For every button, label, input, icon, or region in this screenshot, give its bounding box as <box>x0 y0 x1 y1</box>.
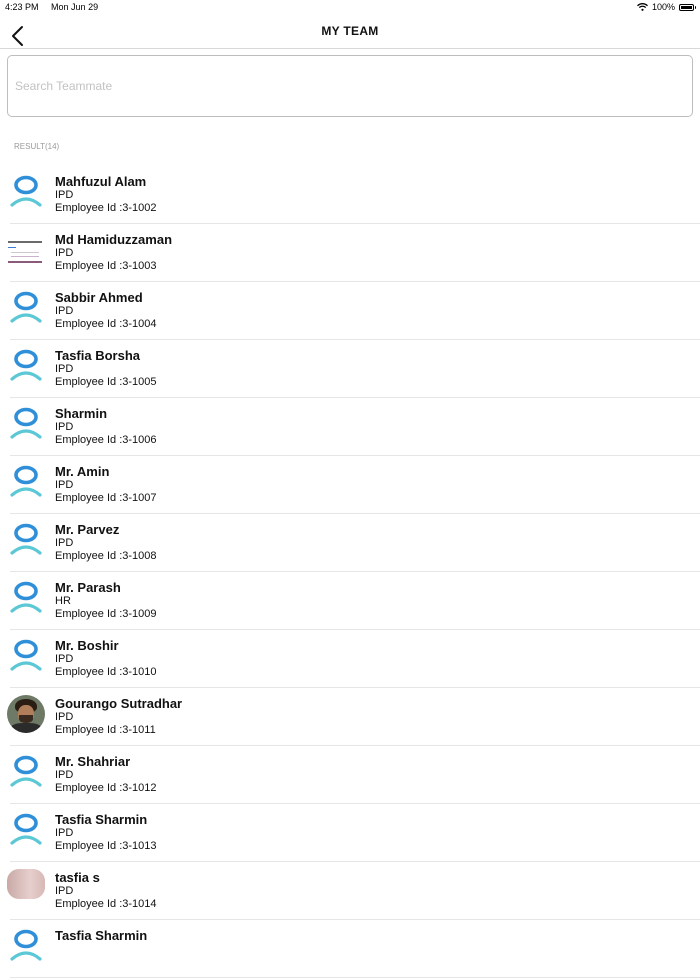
team-member-row[interactable]: Mr. Boshir IPD Employee Id :3-1010 <box>0 630 700 688</box>
member-name: Mahfuzul Alam <box>55 174 147 189</box>
member-photo <box>7 695 45 733</box>
member-employee-id: Employee Id :3-1005 <box>55 376 157 388</box>
default-avatar-icon <box>8 173 46 211</box>
member-employee-id: Employee Id :3-1004 <box>55 318 157 330</box>
team-member-list: Mahfuzul Alam IPD Employee Id :3-1002 Md Ha… <box>0 166 700 978</box>
member-employee-id: Employee Id :3-1014 <box>55 898 157 910</box>
member-department: IPD <box>55 305 74 317</box>
member-employee-id: Employee Id :3-1007 <box>55 492 157 504</box>
member-name: Mr. Boshir <box>55 638 119 653</box>
team-member-row[interactable]: tasfia s IPD Employee Id :3-1014 <box>0 862 700 920</box>
member-department: IPD <box>55 769 74 781</box>
member-employee-id: Employee Id :3-1003 <box>55 260 157 272</box>
team-member-row[interactable]: Sabbir Ahmed IPD Employee Id :3-1004 <box>0 282 700 340</box>
default-avatar-icon <box>8 463 46 501</box>
team-member-row[interactable]: Tasfia Sharmin <box>0 920 700 978</box>
team-member-row[interactable]: Mr. Amin IPD Employee Id :3-1007 <box>0 456 700 514</box>
default-avatar-icon <box>8 347 46 385</box>
team-member-row[interactable]: Tasfia Borsha IPD Employee Id :3-1005 <box>0 340 700 398</box>
team-member-row[interactable]: Mahfuzul Alam IPD Employee Id :3-1002 <box>0 166 700 224</box>
status-time: 4:23 PM <box>5 2 39 12</box>
member-name: Mr. Parvez <box>55 522 120 537</box>
default-avatar-icon <box>8 405 46 443</box>
member-department: IPD <box>55 885 74 897</box>
status-date: Mon Jun 29 <box>51 2 99 12</box>
member-department: IPD <box>55 479 74 491</box>
member-department: IPD <box>55 189 74 201</box>
member-name: Mr. Parash <box>55 580 121 595</box>
member-department: IPD <box>55 653 74 665</box>
member-department: IPD <box>55 421 74 433</box>
team-member-row[interactable]: Tasfia Sharmin IPD Employee Id :3-1013 <box>0 804 700 862</box>
member-employee-id: Employee Id :3-1010 <box>55 666 157 678</box>
battery-percent: 100% <box>651 2 675 12</box>
member-name: Mr. Shahriar <box>55 754 131 769</box>
default-avatar-icon <box>8 811 46 849</box>
member-department: HR <box>55 595 71 607</box>
member-employee-id: Employee Id :3-1008 <box>55 550 157 562</box>
member-department: IPD <box>55 537 74 549</box>
status-bar: 4:23 PM Mon Jun 29 100% <box>0 0 700 14</box>
member-department: IPD <box>55 247 74 259</box>
member-name: Md Hamiduzzaman <box>55 232 173 247</box>
search-input[interactable] <box>7 55 693 117</box>
member-employee-id: Employee Id :3-1013 <box>55 840 157 852</box>
team-member-row[interactable]: Gourango Sutradhar IPD Employee Id :3-1011 <box>0 688 700 746</box>
default-avatar-icon <box>8 753 46 791</box>
nav-bar: MY TEAM <box>0 14 700 49</box>
default-avatar-icon <box>8 579 46 617</box>
default-avatar-icon <box>8 289 46 327</box>
member-name: Mr. Amin <box>55 464 110 479</box>
member-department: IPD <box>55 827 74 839</box>
team-member-row[interactable]: Mr. Shahriar IPD Employee Id :3-1012 <box>0 746 700 804</box>
battery-icon <box>679 3 696 11</box>
result-count: RESULT(14) <box>14 142 60 151</box>
member-employee-id: Employee Id :3-1009 <box>55 608 157 620</box>
team-member-row[interactable]: Sharmin IPD Employee Id :3-1006 <box>0 398 700 456</box>
team-member-row[interactable]: Mr. Parash HR Employee Id :3-1009 <box>0 572 700 630</box>
member-name: Tasfia Sharmin <box>55 812 148 827</box>
wifi-icon <box>637 3 648 11</box>
default-avatar-icon <box>8 927 46 965</box>
member-photo <box>8 241 42 263</box>
team-member-row[interactable]: Mr. Parvez IPD Employee Id :3-1008 <box>0 514 700 572</box>
member-name: Tasfia Sharmin <box>55 928 148 943</box>
team-member-row[interactable]: Md Hamiduzzaman IPD Employee Id :3-1003 <box>0 224 700 282</box>
member-name: Gourango Sutradhar <box>55 696 183 711</box>
member-department: IPD <box>55 363 74 375</box>
member-employee-id: Employee Id :3-1011 <box>55 724 156 736</box>
default-avatar-icon <box>8 637 46 675</box>
member-photo <box>7 869 45 899</box>
member-name: Sharmin <box>55 406 108 421</box>
member-employee-id: Employee Id :3-1002 <box>55 202 157 214</box>
member-name: tasfia s <box>55 870 100 885</box>
member-employee-id: Employee Id :3-1012 <box>55 782 157 794</box>
member-name: Tasfia Borsha <box>55 348 141 363</box>
member-name: Sabbir Ahmed <box>55 290 143 305</box>
default-avatar-icon <box>8 521 46 559</box>
page-title: MY TEAM <box>321 24 379 38</box>
member-department: IPD <box>55 711 74 723</box>
member-employee-id: Employee Id :3-1006 <box>55 434 157 446</box>
